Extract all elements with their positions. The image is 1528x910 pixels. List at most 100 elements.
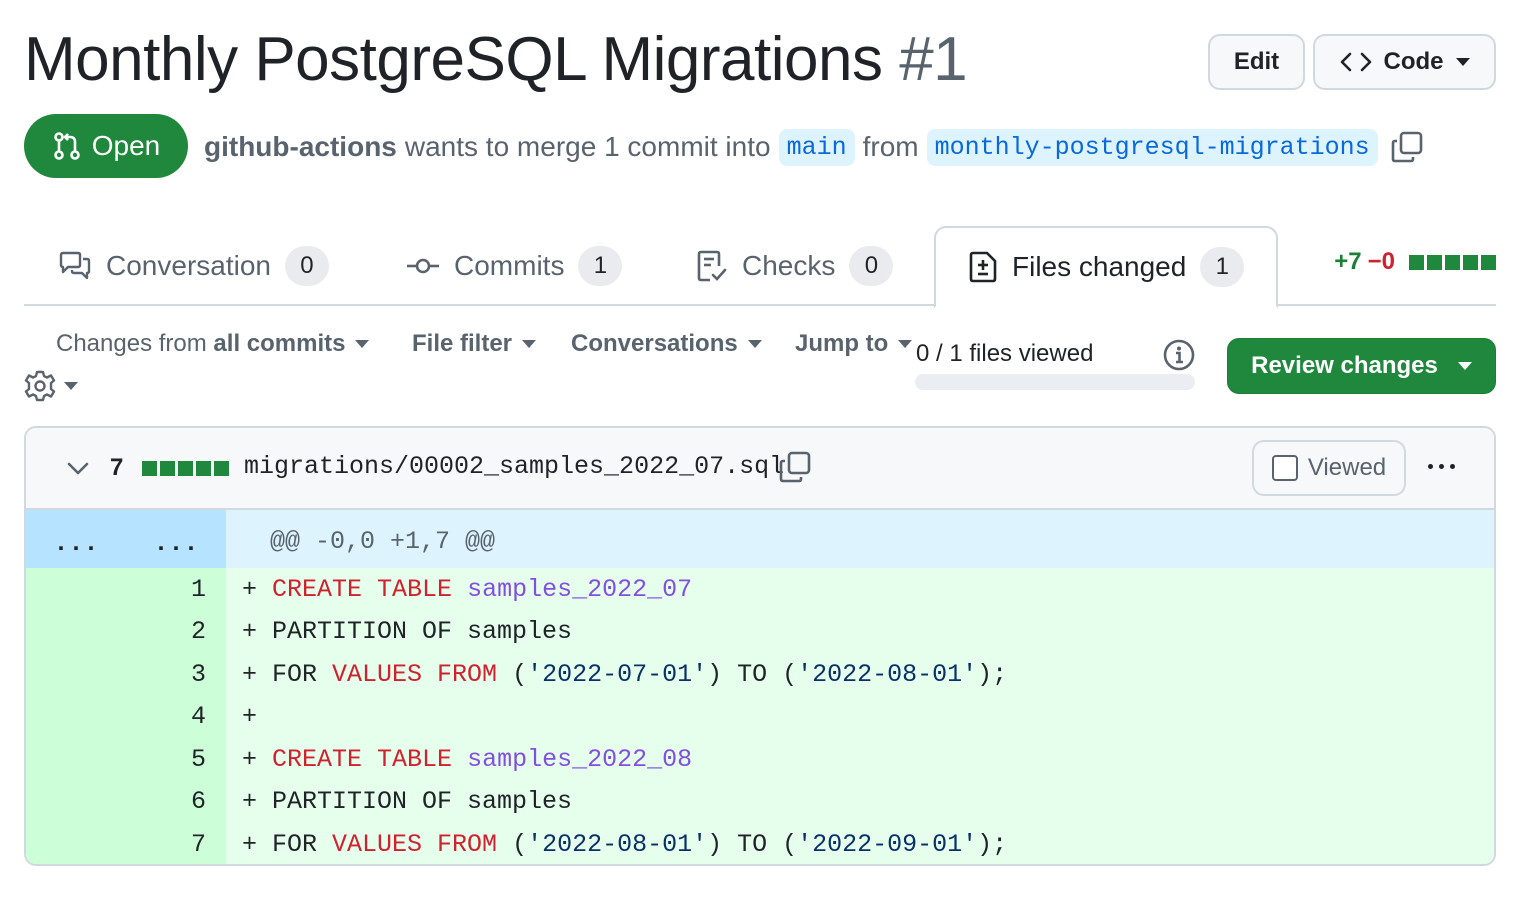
- caret-down-icon: [355, 340, 370, 348]
- diffstat-block: [160, 461, 175, 476]
- diff-line: 6 + PARTITION OF samples: [26, 780, 1494, 824]
- new-line-number[interactable]: 3: [126, 653, 226, 696]
- code-button[interactable]: Code: [1313, 34, 1496, 90]
- copy-path-button[interactable]: [778, 450, 812, 489]
- diff-code: + FOR VALUES FROM ('2022-07-01') TO ('20…: [226, 653, 1007, 696]
- page-title: Monthly PostgreSQL Migrations #1: [24, 22, 968, 98]
- file-diffstat-blocks: [142, 461, 229, 476]
- review-changes-label: Review changes: [1251, 352, 1438, 379]
- diffstat-block: [1409, 254, 1424, 270]
- new-line-number[interactable]: 5: [126, 738, 226, 781]
- diffstat-block: [1463, 254, 1478, 270]
- code-token: + FOR: [242, 659, 333, 689]
- diffstat-additions: +7: [1334, 248, 1362, 275]
- old-line-number[interactable]: [26, 823, 126, 864]
- git-commit-icon: [407, 258, 439, 274]
- diffstat-deletions: −0: [1367, 248, 1395, 275]
- code-token: (: [497, 659, 528, 689]
- pr-number: #1: [899, 25, 968, 94]
- copy-icon: [1391, 131, 1422, 163]
- tab-checks[interactable]: Checks 0: [696, 226, 894, 306]
- code-token: (: [497, 829, 528, 859]
- code-icon: [1340, 52, 1371, 72]
- new-line-number[interactable]: 7: [126, 823, 226, 864]
- new-line-number[interactable]: 6: [126, 780, 226, 823]
- hunk-header: @@ -0,0 +1,7 @@: [270, 526, 496, 556]
- copy-branch-button[interactable]: [1390, 130, 1424, 164]
- author-link[interactable]: github-actions: [204, 131, 397, 163]
- diffstat-blocks: [1409, 254, 1496, 270]
- checkbox[interactable]: [1271, 455, 1298, 481]
- file-options-button[interactable]: [1428, 464, 1455, 469]
- status-badge: Open: [24, 114, 188, 178]
- diffstat-block: [196, 461, 211, 476]
- comment-discussion-icon: [59, 251, 91, 280]
- new-line-number[interactable]: 1: [126, 568, 226, 611]
- code-token: '2022-08-01': [527, 829, 708, 859]
- old-line-number[interactable]: [26, 610, 126, 653]
- code-token: TABLE: [377, 574, 453, 604]
- diffstat-block: [214, 461, 229, 476]
- tab-count: 0: [849, 246, 894, 286]
- kebab-dot-icon: [1439, 464, 1444, 469]
- diff-line: 5 + CREATE TABLE samples_2022_08: [26, 738, 1494, 781]
- jump-to-dropdown[interactable]: Jump to: [795, 326, 913, 362]
- from-text: from: [862, 131, 919, 162]
- files-viewed-info[interactable]: [1162, 338, 1196, 377]
- diff-code: + CREATE TABLE samples_2022_08: [226, 738, 692, 781]
- old-line-number[interactable]: [26, 653, 126, 696]
- old-line-number[interactable]: [26, 568, 126, 611]
- tab-label: Checks: [742, 250, 836, 281]
- edit-button-label: Edit: [1233, 48, 1280, 75]
- code-token: VALUES: [332, 659, 423, 689]
- changes-from-dropdown[interactable]: Changes from all commits: [56, 326, 370, 362]
- info-icon: [1163, 339, 1195, 371]
- tab-files-changed[interactable]: Files changed 1: [934, 226, 1279, 308]
- file-filter-dropdown[interactable]: File filter: [412, 326, 537, 362]
- tab-conversation[interactable]: Conversation 0: [58, 226, 329, 306]
- diff-line: 4 +: [26, 695, 1494, 738]
- old-line-number[interactable]: [26, 738, 126, 781]
- new-line-number[interactable]: 4: [126, 695, 226, 738]
- head-branch[interactable]: monthly-postgresql-migrations: [926, 128, 1378, 166]
- changes-prefix: Changes from: [56, 330, 207, 357]
- caret-down-icon: [898, 340, 913, 348]
- file-path[interactable]: migrations/00002_samples_2022_07.sql: [244, 452, 784, 481]
- checklist-icon: [697, 250, 727, 282]
- code-token: +: [242, 702, 258, 732]
- tab-label: Commits: [454, 250, 565, 281]
- tab-count: 1: [1200, 247, 1245, 287]
- kebab-dot-icon: [1428, 464, 1433, 469]
- hunk-expand-gutter[interactable]: ... ...: [26, 510, 226, 568]
- diff-code: + CREATE TABLE samples_2022_07: [226, 568, 692, 611]
- code-token: TABLE: [377, 744, 453, 774]
- review-changes-button[interactable]: Review changes: [1227, 338, 1496, 394]
- code-token: + PARTITION OF samples: [242, 787, 573, 817]
- pr-title: Monthly PostgreSQL Migrations: [24, 25, 883, 94]
- kebab-dot-icon: [1450, 464, 1455, 469]
- code-token: '2022-07-01': [527, 659, 708, 689]
- base-branch[interactable]: main: [778, 128, 855, 166]
- old-line-number[interactable]: [26, 695, 126, 738]
- collapse-file-button[interactable]: [66, 458, 90, 483]
- code-token: + FOR: [242, 829, 333, 859]
- conversations-dropdown[interactable]: Conversations: [571, 326, 762, 362]
- diff-code: + PARTITION OF samples: [226, 781, 572, 824]
- tab-commits[interactable]: Commits 1: [406, 226, 623, 306]
- code-token: '2022-08-01': [797, 659, 978, 689]
- file-header: 7 migrations/00002_samples_2022_07.sql V…: [26, 428, 1494, 510]
- code-token: '2022-09-01': [797, 829, 978, 859]
- file-change-count: 7: [110, 454, 124, 481]
- edit-button[interactable]: Edit: [1208, 34, 1305, 90]
- old-line-number[interactable]: [26, 780, 126, 823]
- code-token: ) TO (: [707, 659, 798, 689]
- new-line-number[interactable]: 2: [126, 610, 226, 653]
- diff-line: 3 + FOR VALUES FROM ('2022-07-01') TO ('2…: [26, 653, 1494, 696]
- diff-settings-button[interactable]: [24, 370, 78, 402]
- tab-count: 1: [578, 246, 623, 286]
- diff-line: 7 + FOR VALUES FROM ('2022-08-01') TO ('2…: [26, 823, 1494, 864]
- diff-table: ... ... @@ -0,0 +1,7 @@ 1 + CREATE TABLE …: [26, 510, 1494, 864]
- viewed-checkbox-button[interactable]: Viewed: [1252, 440, 1406, 496]
- diff-line: 1 + CREATE TABLE samples_2022_07: [26, 568, 1494, 611]
